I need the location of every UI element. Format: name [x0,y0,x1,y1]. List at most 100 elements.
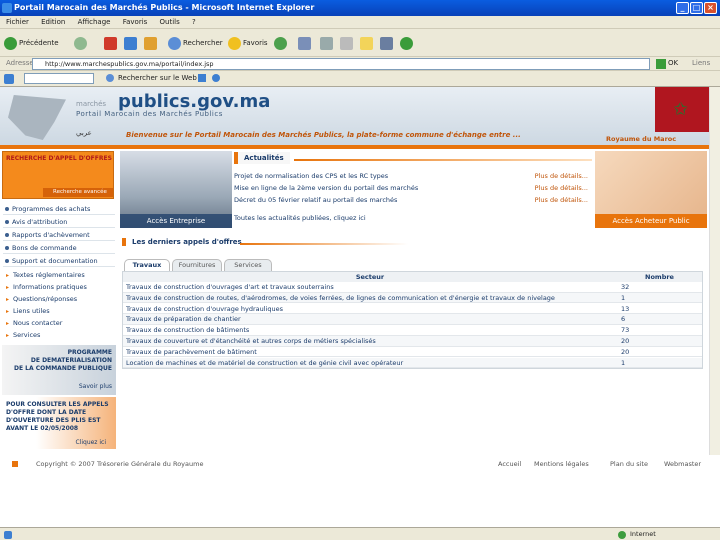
sub-questions[interactable]: Questions/réponses [3,294,115,305]
table-row[interactable]: Travaux de construction de bâtiments 73 [123,325,702,336]
menu-edition[interactable]: Edition [41,18,65,26]
acces-acheteur-label[interactable]: Accès Acheteur Public [595,214,707,228]
table-row[interactable]: Location de machines et de matériel de c… [123,357,702,369]
actu-more-link[interactable]: Plus de détails... [535,171,588,182]
sector-cell[interactable]: Travaux de couverture et d'étanchéité et… [126,336,616,347]
menu-affichage[interactable]: Affichage [78,18,111,26]
sub-services[interactable]: Services [3,330,115,341]
table-row[interactable]: Travaux de couverture et d'étanchéité et… [123,336,702,347]
messenger-button[interactable] [400,35,415,51]
actu-item[interactable]: Décret du 05 février relatif au portail … [234,195,592,206]
table-row[interactable]: Travaux de construction d'ouvrages d'art… [123,282,702,293]
go-button[interactable]: OK [668,59,678,67]
table-row[interactable]: Travaux de parachèvement de bâtiment 20 [123,347,702,358]
toolbar-option-icon[interactable] [198,74,206,82]
search-web-button[interactable]: Rechercher sur le Web [118,74,197,82]
actu-all-link[interactable]: Toutes les actualités publiées, cliquez … [234,213,592,224]
promo-anciens-appels[interactable]: POUR CONSULTER LES APPELS D'OFFRE DONT L… [2,397,116,449]
promo1-more-link[interactable]: Savoir plus [79,383,112,390]
menu-fichier[interactable]: Fichier [6,18,29,26]
footer-link-accueil[interactable]: Accueil [498,457,521,471]
sub-liens[interactable]: Liens utiles [3,306,115,317]
favorites-button[interactable]: Favoris [228,35,268,51]
nav-rapports[interactable]: Rapports d'achèvement [3,229,115,241]
menu-help[interactable]: ? [192,18,196,26]
sector-cell[interactable]: Travaux de préparation de chantier [126,314,616,325]
menu-outils[interactable]: Outils [160,18,180,26]
go-arrow-icon[interactable] [656,59,666,69]
back-button[interactable]: Précédente [4,35,59,51]
links-label[interactable]: Liens [692,59,710,67]
nav-bons-commande[interactable]: Bons de commande [3,242,115,254]
tab-services[interactable]: Services [224,259,272,271]
sector-cell[interactable]: Travaux de parachèvement de bâtiment [126,347,616,358]
search-dropdown[interactable] [24,73,94,84]
footer-bullet-icon [12,461,18,467]
research-button[interactable] [380,35,395,51]
sector-cell[interactable]: Travaux de construction d'ouvrages d'art… [126,282,616,293]
acces-acheteur-banner[interactable]: Accès Acheteur Public [595,151,707,228]
history-button[interactable] [274,35,289,51]
refresh-icon [124,36,137,50]
site-logo[interactable]: publics.gov.ma [118,91,270,112]
welcome-banner: Bienvenue sur le Portail Marocain des Ma… [126,131,521,139]
search-box-title: RECHERCHE D'APPEL D'OFFRES [6,155,112,162]
tab-travaux[interactable]: Travaux [124,259,170,271]
sector-cell[interactable]: Location de machines et de matériel de c… [126,358,616,369]
sector-cell[interactable]: Travaux de construction de bâtiments [126,325,616,336]
morocco-map-logo [8,95,66,140]
discuss-button[interactable] [360,35,375,51]
acces-entreprise-label[interactable]: Accès Entreprise [120,214,232,228]
window-titlebar: Portail Marocain des Marchés Publics - M… [0,0,720,16]
folder-icon [360,36,373,50]
count-cell: 32 [621,283,630,291]
actu-more-link[interactable]: Plus de détails... [535,195,588,206]
footer-link-mentions[interactable]: Mentions légales [534,457,589,471]
close-button[interactable]: × [704,2,717,14]
logo-small-text: marchés [76,100,107,108]
edit-button[interactable] [340,35,355,51]
promo2-more-link[interactable]: Cliquez ici [75,439,106,446]
appels-title: Les derniers appels d'offres [122,238,242,246]
sector-cell[interactable]: Travaux de construction d'ouvrage hydrau… [126,304,616,315]
address-input[interactable]: http://www.marchespublics.gov.ma/portail… [32,58,650,70]
site-tagline: Portail Marocain des Marchés Publics [76,110,223,118]
actualites-divider [294,159,592,161]
tab-fournitures[interactable]: Fournitures [172,259,222,271]
actu-item[interactable]: Projet de normalisation des CPS et les R… [234,171,592,182]
acces-entreprise-banner[interactable]: Accès Entreprise [120,151,232,228]
forward-button[interactable] [74,35,89,51]
nav-avis-attribution[interactable]: Avis d'attribution [3,216,115,228]
table-row[interactable]: Travaux de préparation de chantier 6 [123,314,702,325]
nav-programmes[interactable]: Programmes des achats [3,203,115,215]
stop-button[interactable] [104,35,119,51]
maximize-button[interactable]: □ [690,2,703,14]
site-header: marchés publics.gov.ma Portail Marocain … [0,87,709,145]
footer-link-plan[interactable]: Plan du site [610,457,648,471]
refresh-button[interactable] [124,35,139,51]
table-row[interactable]: Travaux de construction de routes, d'aér… [123,292,702,304]
advanced-search-button[interactable]: Recherche avancée [43,188,113,197]
menu-favoris[interactable]: Favoris [123,18,148,26]
actu-item[interactable]: Mise en ligne de la 2ème version du port… [234,183,592,194]
vertical-scrollbar[interactable] [709,87,720,455]
home-icon [144,36,157,50]
mail-button[interactable] [298,35,313,51]
star-icon: ✩ [673,99,689,120]
sub-informations[interactable]: Informations pratiques [3,282,115,293]
actu-more-link[interactable]: Plus de détails... [535,183,588,194]
home-button[interactable] [144,35,159,51]
search-button[interactable]: Rechercher [168,35,223,51]
table-row[interactable]: Travaux de construction d'ouvrage hydrau… [123,304,702,315]
sub-textes[interactable]: Textes réglementaires [3,270,115,281]
minimize-button[interactable]: _ [676,2,689,14]
print-button[interactable] [320,35,335,51]
nav-support[interactable]: Support et documentation [3,255,115,267]
links-bar: Rechercher sur le Web [0,71,720,87]
arabic-link[interactable]: عربي [76,129,92,137]
help-icon[interactable] [212,74,220,82]
sub-contact[interactable]: Nous contacter [3,318,115,329]
promo-dematerialisation[interactable]: PROGRAMME DE DEMATERIALISATION DE LA COM… [2,345,116,395]
footer-link-webmaster[interactable]: Webmaster [664,457,701,471]
sector-cell[interactable]: Travaux de construction de routes, d'aér… [126,293,616,304]
